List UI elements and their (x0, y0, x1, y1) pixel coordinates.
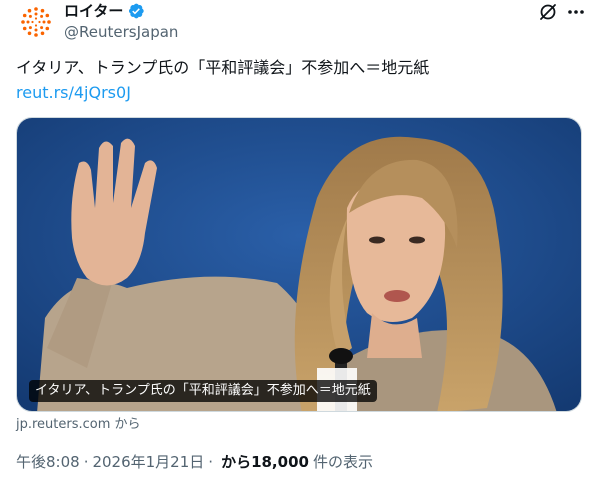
author-handle[interactable]: @ReutersJapan (64, 22, 178, 42)
author-display-name[interactable]: ロイター (64, 1, 123, 21)
tweet-link[interactable]: reut.rs/4jQrs0J (16, 82, 131, 104)
tweet-header: ロイター @ReutersJapan (16, 0, 586, 44)
card-source[interactable]: jp.reuters.com から (16, 417, 141, 433)
meta-separator: · (208, 453, 214, 471)
verified-badge-icon[interactable] (127, 2, 145, 20)
meta-separator: · (83, 453, 89, 471)
author-name-row: ロイター (64, 1, 145, 21)
tweet-text: イタリア、トランプ氏の「平和評議会」不参加へ＝地元紙 (16, 58, 430, 77)
more-horizontal-icon[interactable] (562, 0, 590, 24)
link-card[interactable]: イタリア、トランプ氏の「平和評議会」不参加へ＝地元紙 (16, 117, 582, 412)
tweet-meta: 午後8:08 · 2026年1月21日 · から18,000 件の表示 (16, 452, 373, 472)
reuters-logo-icon[interactable] (16, 2, 56, 42)
tweet-date[interactable]: 2026年1月21日 (92, 452, 204, 472)
tweet-time[interactable]: 午後8:08 (16, 452, 80, 472)
view-count-label: 件の表示 (312, 453, 373, 471)
card-photo (17, 118, 581, 411)
view-count: から18,000 (221, 453, 309, 471)
card-caption: イタリア、トランプ氏の「平和評議会」不参加へ＝地元紙 (29, 380, 377, 402)
grok-icon[interactable] (534, 0, 562, 24)
